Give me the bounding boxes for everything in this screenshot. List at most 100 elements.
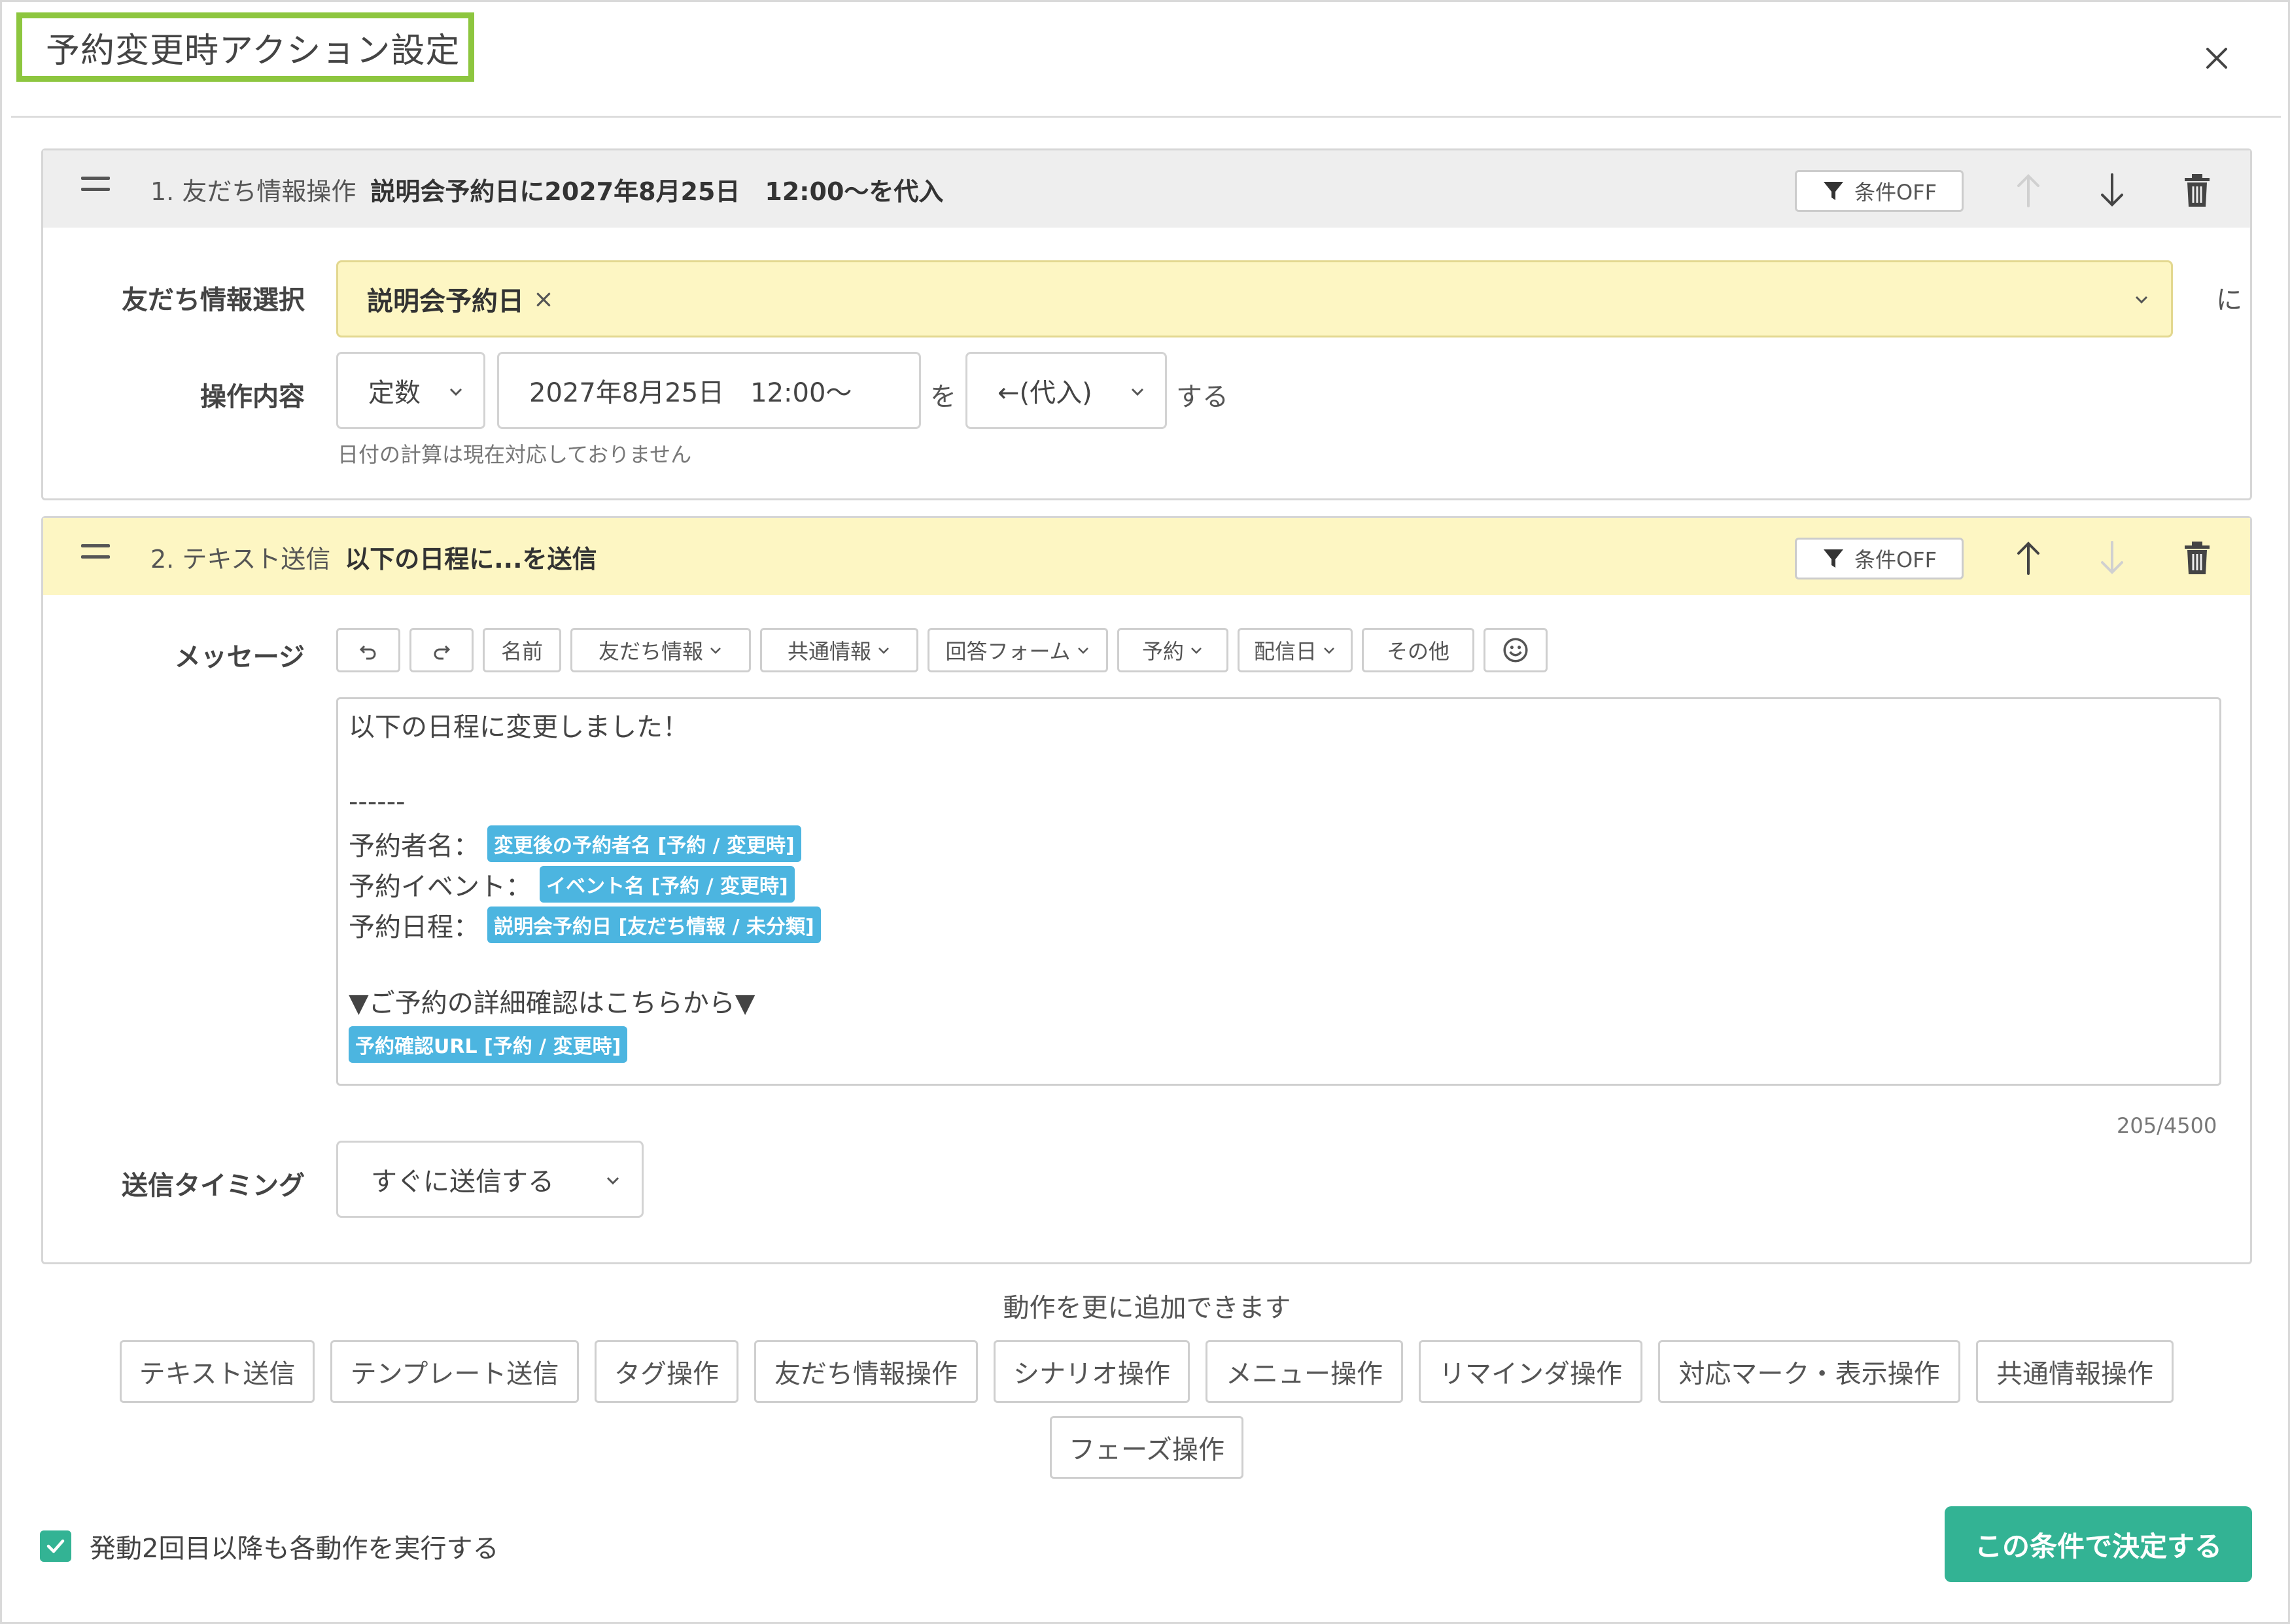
operation-label: 操作内容 [200,382,305,412]
add-common-info-operation-button[interactable]: 共通情報操作 [1976,1340,2174,1403]
variable-tag[interactable]: 変更後の予約者名 [予約 / 変更時] [487,825,801,862]
action-card-2: 2. テキスト送信 以下の日程に...を送信 条件OFF メッセージ 名前 友だ… [41,516,2252,1264]
add-reminder-operation-button[interactable]: リマインダ操作 [1419,1340,1642,1403]
action-card-1-header: 1. 友だち情報操作 説明会予約日に2027年8月25日 12:00〜を代入 条… [43,150,2250,228]
delete-button[interactable] [2174,167,2220,213]
operation-mode-select[interactable]: ←(代入) [965,352,1167,429]
add-action-caption: 動作を更に追加できます [1003,1293,1291,1323]
variable-tag[interactable]: 予約確認URL [予約 / 変更時] [349,1026,628,1063]
drag-handle-icon[interactable] [81,544,110,564]
condition-toggle-button[interactable]: 条件OFF [1795,170,1964,212]
action-summary: 説明会予約日に2027年8月25日 12:00〜を代入 [370,177,944,206]
header-divider [11,116,2281,118]
suffix-ni: に [2216,285,2242,315]
date-calc-hint: 日付の計算は現在対応しておりません [338,442,692,467]
editor-line: 予約確認URL [予約 / 変更時] [349,1026,628,1063]
submit-button[interactable]: この条件で決定する [1945,1506,2252,1582]
drag-handle-icon[interactable] [81,177,110,196]
chevron-down-icon [449,388,462,396]
filter-icon [1823,182,1843,200]
close-button[interactable] [2195,36,2239,80]
editor-line: 予約者名： 変更後の予約者名 [予約 / 変更時] [349,825,801,863]
operation-type-select[interactable]: 定数 [336,352,485,429]
move-up-button[interactable] [2005,535,2051,581]
message-label: メッセージ [174,642,305,672]
editor-line: 予約イベント： イベント名 [予約 / 変更時] [349,865,795,903]
friend-info-select[interactable]: 説明会予約日 × [336,260,2173,337]
move-down-button[interactable] [2089,167,2135,213]
modal-title: 予約変更時アクション設定 [46,31,460,71]
chevron-down-icon [606,1177,619,1185]
add-response-mark-operation-button[interactable]: 対応マーク・表示操作 [1658,1340,1960,1403]
delete-button[interactable] [2174,535,2220,581]
arrow-up-icon [2017,542,2039,575]
insert-delivery-date-button[interactable]: 配信日 [1238,628,1353,672]
trash-icon [2185,174,2210,207]
add-template-send-button[interactable]: テンプレート送信 [330,1340,579,1403]
add-phase-operation-button[interactable]: フェーズ操作 [1050,1416,1243,1479]
redo-icon [434,645,451,660]
chip-remove-icon[interactable]: × [533,285,554,313]
repeat-execution-checkbox[interactable] [40,1530,71,1562]
editor-line: ------ [349,787,406,817]
emoji-icon [1503,638,1528,663]
modal-title-box: 予約変更時アクション設定 [16,12,474,82]
emoji-button[interactable] [1483,628,1548,672]
arrow-down-icon [2101,541,2123,574]
insert-reservation-button[interactable]: 予約 [1117,628,1228,672]
filter-icon [1823,549,1843,568]
action-card-2-title: 2. テキスト送信 以下の日程に...を送信 [150,518,597,595]
editor-line: 以下の日程に変更しました！ [349,712,689,742]
action-settings-modal: 予約変更時アクション設定 1. 友だち情報操作 説明会予約日に2027年8月25… [0,0,2290,1624]
chevron-down-icon [1077,648,1088,654]
chevron-down-icon [1324,648,1334,654]
close-icon [2206,48,2227,69]
action-number: 1. 友だち情報操作 [150,177,356,206]
redo-button[interactable] [409,628,474,672]
insert-answer-form-button[interactable]: 回答フォーム [928,628,1108,672]
friend-info-select-label: 友だち情報選択 [122,285,305,315]
chevron-down-icon [878,648,889,654]
particle-wo: を [930,382,956,412]
action-card-1-title: 1. 友だち情報操作 説明会予約日に2027年8月25日 12:00〜を代入 [150,150,943,228]
send-timing-label: 送信タイミング [122,1171,305,1201]
insert-other-button[interactable]: その他 [1362,628,1474,672]
chevron-down-icon [1191,648,1202,654]
suffix-suru: する [1176,382,1228,412]
selected-chip: 説明会予約日 × [367,285,554,317]
message-editor[interactable]: 以下の日程に変更しました！ ------ 予約者名： 変更後の予約者名 [予約 … [336,697,2221,1086]
action-number: 2. テキスト送信 [150,544,331,574]
chevron-down-icon [1131,388,1144,396]
action-card-1: 1. 友だち情報操作 説明会予約日に2027年8月25日 12:00〜を代入 条… [41,148,2252,500]
undo-button[interactable] [336,628,400,672]
add-menu-operation-button[interactable]: メニュー操作 [1206,1340,1403,1403]
insert-name-button[interactable]: 名前 [483,628,561,672]
repeat-execution-label: 発動2回目以降も各動作を実行する [90,1534,499,1564]
trash-icon [2185,542,2210,574]
action-summary: 以下の日程に...を送信 [345,544,597,574]
operation-value-input[interactable]: 2027年8月25日 12:00〜 [497,352,921,429]
add-friend-info-operation-button[interactable]: 友だち情報操作 [754,1340,978,1403]
editor-line: ▼ご予約の詳細確認はこちらから▼ [349,988,755,1018]
editor-line: 予約日程： 説明会予約日 [友だち情報 / 未分類] [349,906,821,944]
check-icon [46,1539,65,1553]
arrow-down-icon [2101,173,2123,207]
action-card-2-header: 2. テキスト送信 以下の日程に...を送信 条件OFF [43,518,2250,595]
add-scenario-operation-button[interactable]: シナリオ操作 [994,1340,1190,1403]
chevron-down-icon [2135,296,2148,304]
add-text-send-button[interactable]: テキスト送信 [120,1340,315,1403]
repeat-execution-checkbox-row[interactable]: 発動2回目以降も各動作を実行する [40,1527,498,1565]
insert-common-info-button[interactable]: 共通情報 [760,628,918,672]
send-timing-select[interactable]: すぐに送信する [336,1141,644,1218]
move-up-button[interactable] [2005,167,2051,213]
insert-friend-info-button[interactable]: 友だち情報 [570,628,751,672]
undo-icon [359,645,376,660]
arrow-up-icon [2017,174,2039,207]
variable-tag[interactable]: 説明会予約日 [友だち情報 / 未分類] [487,907,821,943]
condition-toggle-button[interactable]: 条件OFF [1795,538,1964,579]
character-counter: 205/4500 [2117,1113,2217,1138]
move-down-button[interactable] [2089,535,2135,581]
chevron-down-icon [710,648,721,654]
variable-tag[interactable]: イベント名 [予約 / 変更時] [540,866,795,903]
add-tag-operation-button[interactable]: タグ操作 [595,1340,738,1403]
